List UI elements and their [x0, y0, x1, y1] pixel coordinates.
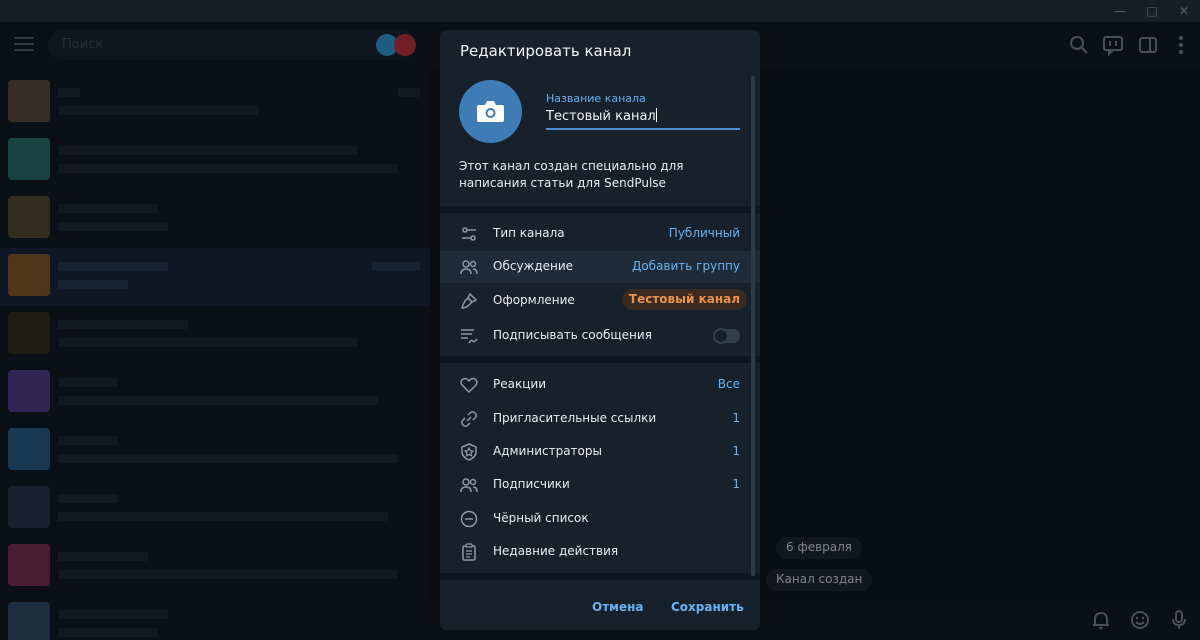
channel-photo-upload-button[interactable] [459, 80, 522, 143]
row-sign-messages[interactable]: Подписывать сообщения [440, 320, 760, 352]
signature-icon [461, 329, 478, 344]
row-value: 1 [732, 444, 740, 458]
dialog-scrollbar[interactable] [751, 76, 755, 576]
link-icon [461, 411, 477, 427]
settings-sliders-icon [462, 227, 476, 241]
row-label: Подписывать сообщения [493, 328, 652, 342]
row-value: 1 [732, 411, 740, 425]
cancel-button[interactable]: Отмена [592, 600, 644, 614]
sign-messages-toggle[interactable] [713, 328, 740, 344]
row-administrators[interactable]: Администраторы 1 [440, 436, 760, 468]
row-recent-actions[interactable]: Недавние действия [440, 536, 760, 568]
row-label: Подписчики [493, 477, 570, 491]
row-blacklist[interactable]: Чёрный список [440, 503, 760, 535]
blocked-icon [460, 510, 478, 528]
admin-shield-icon [461, 443, 477, 461]
row-label: Обсуждение [493, 259, 574, 273]
row-label: Оформление [493, 293, 575, 307]
row-value: Добавить группу [631, 259, 740, 273]
dialog-title: Редактировать канал [460, 42, 632, 60]
channel-description-field[interactable]: Этот канал создан специально для написан… [459, 158, 739, 192]
channel-name-label: Название канала [546, 92, 646, 105]
row-value: 1 [732, 477, 740, 491]
row-appearance[interactable]: Оформление Тестовый канал [440, 285, 760, 317]
edit-channel-dialog: Редактировать канал Название канала Тест… [440, 30, 760, 630]
brush-icon [461, 292, 478, 309]
row-label: Реакции [493, 377, 546, 391]
row-value: Публичный [668, 226, 740, 240]
row-value: Все [717, 377, 740, 391]
row-discussion[interactable]: Обсуждение Добавить группу [440, 251, 760, 283]
row-invite-links[interactable]: Пригласительные ссылки 1 [440, 403, 760, 435]
section-divider [440, 573, 760, 580]
camera-icon [477, 101, 504, 122]
channel-name-value: Тестовый канал [546, 109, 656, 124]
text-caret [655, 108, 657, 122]
row-label: Чёрный список [493, 511, 589, 525]
row-subscribers[interactable]: Подписчики 1 [440, 469, 760, 501]
toggle-knob [713, 328, 729, 344]
clipboard-icon [462, 543, 476, 561]
channel-name-input[interactable]: Тестовый канал [546, 108, 740, 130]
section-divider [440, 356, 760, 363]
row-label: Тип канала [493, 226, 565, 240]
heart-icon [460, 377, 478, 394]
subscribers-icon [460, 478, 478, 493]
save-button[interactable]: Сохранить [671, 600, 744, 614]
row-label: Пригласительные ссылки [493, 411, 657, 425]
appearance-badge: Тестовый канал [621, 289, 747, 310]
row-label: Администраторы [493, 444, 602, 458]
section-divider [440, 206, 760, 213]
row-channel-type[interactable]: Тип канала Публичный [440, 218, 760, 250]
row-label: Недавние действия [493, 544, 619, 558]
row-reactions[interactable]: Реакции Все [440, 369, 760, 401]
users-icon [460, 260, 478, 275]
